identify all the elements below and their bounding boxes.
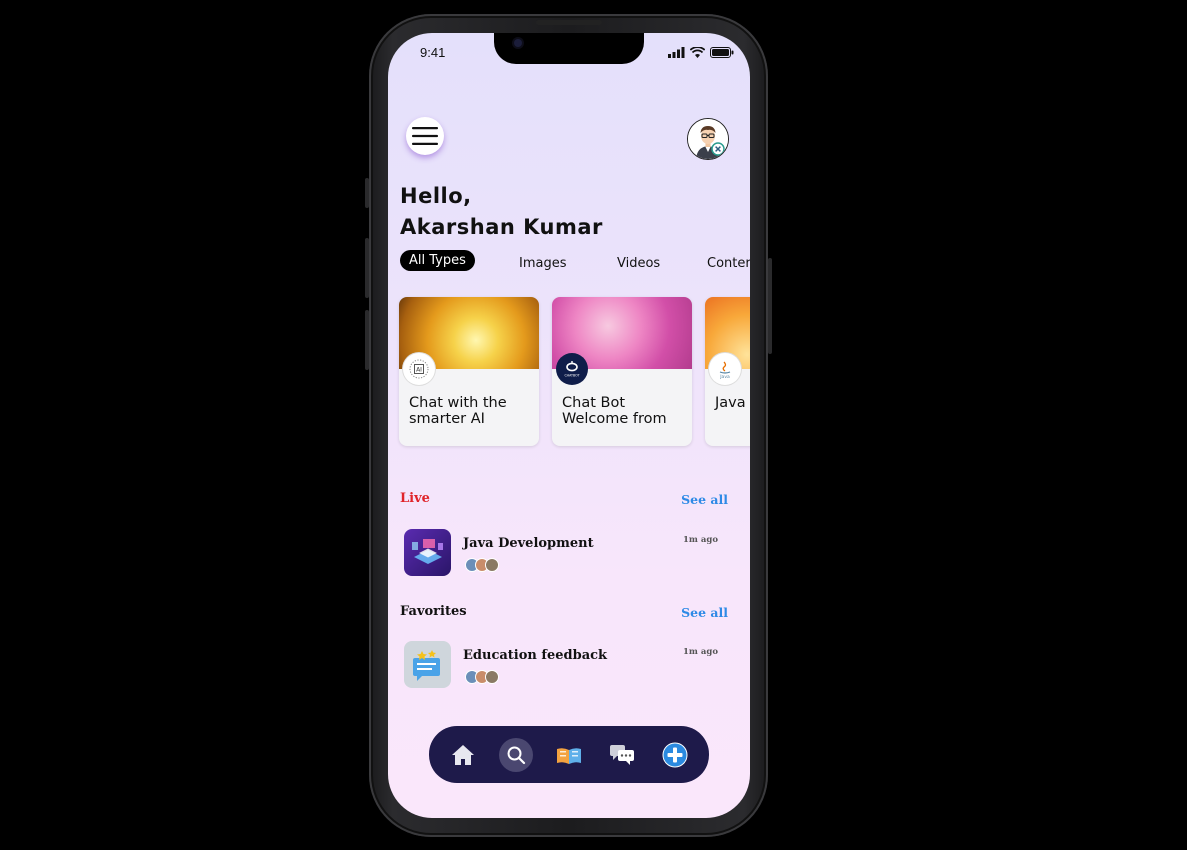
- hamburger-icon: [412, 127, 438, 145]
- filter-images[interactable]: Images: [519, 256, 567, 271]
- education-feedback-thumbnail: [404, 641, 451, 688]
- favorite-item-time: 1m ago: [683, 647, 718, 657]
- library-icon: [556, 747, 581, 764]
- signal-icon: [668, 47, 685, 58]
- tab-search[interactable]: [499, 737, 534, 772]
- power-button: [768, 258, 772, 354]
- bottom-tab-bar: [429, 726, 709, 783]
- battery-icon: [710, 47, 734, 58]
- volume-up-button: [365, 238, 369, 298]
- greeting-hello: Hello,: [400, 184, 472, 208]
- favorite-item-title[interactable]: Education feedback: [463, 648, 607, 663]
- user-avatar[interactable]: [687, 118, 729, 160]
- participant-avatar-icon: [485, 670, 499, 684]
- menu-button[interactable]: [406, 117, 444, 155]
- participant-avatar-icon: [485, 558, 499, 572]
- content-card-ai[interactable]: AI Chat with the smarter AI: [399, 297, 539, 446]
- search-icon: [507, 746, 526, 764]
- chat-icon: [609, 744, 634, 765]
- greeting-name: Akarshan Kumar: [400, 215, 603, 239]
- notch: [494, 33, 644, 64]
- tab-library[interactable]: [552, 738, 586, 772]
- volume-down-button: [365, 310, 369, 370]
- status-time: 9:41: [420, 45, 446, 60]
- live-item-title[interactable]: Java Development: [463, 536, 594, 551]
- participants-avatars: [465, 670, 499, 684]
- live-see-all-link[interactable]: See all: [681, 492, 728, 507]
- ai-logo-icon: AI: [403, 353, 435, 385]
- java-development-thumbnail: [404, 529, 451, 576]
- app-screen: 9:41 Hello, Akarshan Kumar All Types Ima…: [388, 33, 750, 818]
- card-title: Chat Bot Welcome from: [562, 395, 667, 427]
- tab-add[interactable]: [658, 738, 692, 772]
- add-icon: [662, 742, 688, 767]
- favorites-heading: Favorites: [400, 604, 467, 619]
- chatbot-logo-icon: CHATBOT: [556, 353, 588, 385]
- home-icon: [452, 744, 475, 765]
- live-heading: Live: [400, 491, 430, 506]
- live-item-time: 1m ago: [683, 535, 718, 545]
- favorites-see-all-link[interactable]: See all: [681, 605, 728, 620]
- status-icons: [668, 47, 734, 58]
- content-card-chatbot[interactable]: CHATBOT Chat Bot Welcome from: [552, 297, 692, 446]
- svg-text:CHATBOT: CHATBOT: [564, 374, 579, 378]
- svg-text:AI: AI: [416, 367, 422, 374]
- card-title: Java Devel: [715, 395, 750, 411]
- speaker-grille: [536, 20, 602, 25]
- silent-switch: [365, 178, 369, 208]
- java-logo-icon: Java: [709, 353, 741, 385]
- user-avatar-icon: [688, 119, 728, 159]
- content-card-java[interactable]: Java Java Devel: [705, 297, 750, 446]
- tab-home[interactable]: [446, 738, 480, 772]
- wifi-icon: [690, 47, 705, 58]
- filter-content[interactable]: Conter: [707, 256, 750, 271]
- card-title: Chat with the smarter AI: [409, 395, 507, 427]
- svg-text:Java: Java: [719, 374, 730, 380]
- camera-icon: [514, 39, 522, 47]
- filter-all-types[interactable]: All Types: [400, 250, 475, 271]
- tab-messages[interactable]: [605, 738, 639, 772]
- filter-videos[interactable]: Videos: [617, 256, 660, 271]
- participants-avatars: [465, 558, 499, 572]
